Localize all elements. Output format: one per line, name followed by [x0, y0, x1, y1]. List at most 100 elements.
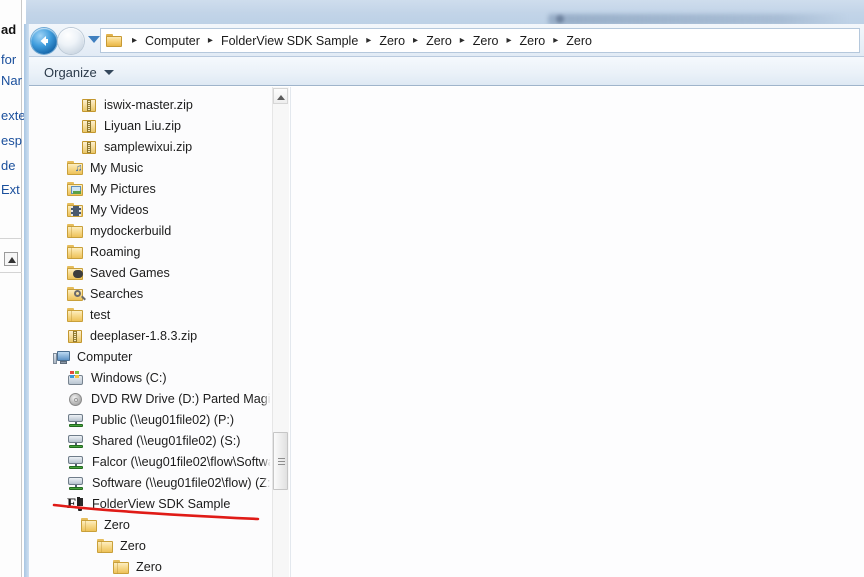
tree-item[interactable]: My Pictures — [29, 179, 272, 200]
network-drive-icon — [67, 413, 86, 428]
breadcrumb-separator-icon: ▸ — [459, 34, 465, 46]
tree-item-label: deeplaser-1.8.3.zip — [90, 329, 198, 344]
tree-item[interactable]: Falcor (\\eug01file02\flow\Software — [29, 452, 272, 473]
breadcrumb-item[interactable]: Zero — [564, 32, 594, 50]
breadcrumb-separator-icon: ▸ — [207, 34, 213, 46]
organize-label: Organize — [44, 64, 97, 80]
breadcrumb-separator-icon: ▸ — [506, 34, 512, 46]
tree-item[interactable]: Searches — [29, 284, 272, 305]
tree-item[interactable]: deeplaser-1.8.3.zip — [29, 326, 272, 347]
tree-item[interactable]: My Videos — [29, 200, 272, 221]
tree-item[interactable]: Software (\\eug01file02\flow) (Z:) — [29, 473, 272, 494]
command-bar — [29, 57, 864, 86]
videos-folder-icon — [67, 203, 84, 218]
folder-icon — [67, 224, 84, 239]
background-text-fragment: Nar — [1, 73, 22, 88]
folder-icon — [67, 245, 84, 260]
background-divider — [0, 272, 22, 273]
computer-icon — [53, 350, 71, 365]
breadcrumb-item[interactable]: Zero — [518, 32, 548, 50]
zip-folder-icon — [81, 98, 98, 113]
zip-folder-icon — [81, 140, 98, 155]
tree-item[interactable]: test — [29, 305, 272, 326]
tree-item[interactable]: Public (\\eug01file02) (P:) — [29, 410, 272, 431]
scroll-grip-icon — [278, 458, 285, 465]
tree-item[interactable]: Zero — [29, 536, 272, 557]
zip-folder-icon — [81, 119, 98, 134]
breadcrumb-item[interactable]: Zero — [424, 32, 454, 50]
tree-item-label: Shared (\\eug01file02) (S:) — [92, 434, 241, 449]
tree-item-label: My Videos — [90, 203, 149, 218]
tree-item-label: Saved Games — [90, 266, 170, 281]
background-text-fragment: Ext — [1, 182, 20, 197]
breadcrumb-item[interactable]: Zero — [377, 32, 407, 50]
tree-item-label: Public (\\eug01file02) (P:) — [92, 413, 235, 428]
nav-pane-scrollbar[interactable] — [272, 87, 289, 577]
tree-item-label: Computer — [77, 350, 133, 365]
tree-item[interactable]: Zero — [29, 557, 272, 577]
forward-button[interactable] — [58, 28, 84, 54]
organize-button[interactable]: Organize — [38, 62, 120, 82]
network-drive-icon — [67, 455, 86, 470]
network-drive-icon — [67, 434, 86, 449]
folder-icon — [113, 560, 130, 575]
tree-item[interactable]: DVD RW Drive (D:) Parted Magic 201 — [29, 389, 272, 410]
tree-item[interactable]: mydockerbuild — [29, 221, 272, 242]
breadcrumb-folder-icon — [106, 33, 123, 48]
hard-drive-icon — [67, 371, 85, 386]
tree-item[interactable]: Liyuan Liu.zip — [29, 116, 272, 137]
breadcrumb-item[interactable]: Zero — [471, 32, 501, 50]
breadcrumb[interactable]: ▸ Computer ▸ FolderView SDK Sample ▸ Zero ▸ Zer… — [100, 28, 860, 53]
pictures-folder-icon — [67, 182, 84, 197]
folder-icon — [67, 308, 84, 323]
background-text-fragment: esp — [1, 133, 22, 148]
network-drive-icon — [67, 476, 86, 491]
background-text-fragment: de — [1, 158, 16, 173]
tree-item-label: Liyuan Liu.zip — [104, 119, 182, 134]
tree-item-label: Roaming — [90, 245, 141, 260]
scroll-up-icon[interactable] — [273, 88, 288, 104]
screen: ad for Nar exte esp de Ext ▸ Computer ▸ FolderVie… — [0, 0, 864, 577]
tree-item-label: My Music — [90, 161, 144, 176]
tree-item-label: samplewixui.zip — [104, 140, 193, 155]
folder-icon — [97, 539, 114, 554]
file-list-pane[interactable] — [290, 87, 864, 577]
caret-down-icon — [103, 69, 114, 75]
tree-item[interactable]: Shared (\\eug01file02) (S:) — [29, 431, 272, 452]
tree-item[interactable]: Windows (C:) — [29, 368, 272, 389]
breadcrumb-separator-icon: ▸ — [553, 34, 559, 46]
tree-item[interactable]: Saved Games — [29, 263, 272, 284]
breadcrumb-separator-icon: ▸ — [413, 34, 419, 46]
scroll-thumb[interactable] — [273, 432, 288, 490]
background-text-fragment: exte — [1, 108, 26, 123]
tree-item[interactable]: ♫ My Music — [29, 158, 272, 179]
breadcrumb-separator-icon: ▸ — [366, 34, 372, 46]
tree-item[interactable]: iswix-master.zip — [29, 95, 272, 116]
red-underline-annotation — [52, 503, 260, 521]
background-bullet-top — [556, 15, 564, 23]
background-text-fragment: for — [1, 52, 17, 67]
tree-item-label: Zero — [136, 560, 162, 575]
tree-item-label: test — [90, 308, 111, 323]
tree-item-label: Searches — [90, 287, 144, 302]
breadcrumb-item[interactable]: Computer — [143, 32, 202, 50]
zip-folder-icon — [67, 329, 84, 344]
tree-item-label: DVD RW Drive (D:) Parted Magic 201 — [91, 392, 272, 407]
music-folder-icon: ♫ — [67, 161, 84, 176]
tree-item[interactable]: Computer — [29, 347, 272, 368]
tree-item-label: Falcor (\\eug01file02\flow\Software — [92, 455, 272, 470]
tree-item-label: mydockerbuild — [90, 224, 172, 239]
breadcrumb-item[interactable]: FolderView SDK Sample — [219, 32, 360, 50]
breadcrumb-separator-icon: ▸ — [132, 34, 138, 46]
searches-folder-icon — [67, 287, 84, 302]
background-text-fragment: ad — [1, 22, 17, 37]
tree-item[interactable]: samplewixui.zip — [29, 137, 272, 158]
tree-item-label: Zero — [120, 539, 146, 554]
tree-item-label: iswix-master.zip — [104, 98, 193, 113]
back-button[interactable] — [31, 28, 57, 54]
tree-item[interactable]: Roaming — [29, 242, 272, 263]
back-arrow-icon — [40, 36, 48, 46]
tree-item-label: Windows (C:) — [91, 371, 167, 386]
tree-item-label: Software (\\eug01file02\flow) (Z:) — [92, 476, 272, 491]
recent-pages-chevron-icon[interactable] — [88, 36, 100, 43]
